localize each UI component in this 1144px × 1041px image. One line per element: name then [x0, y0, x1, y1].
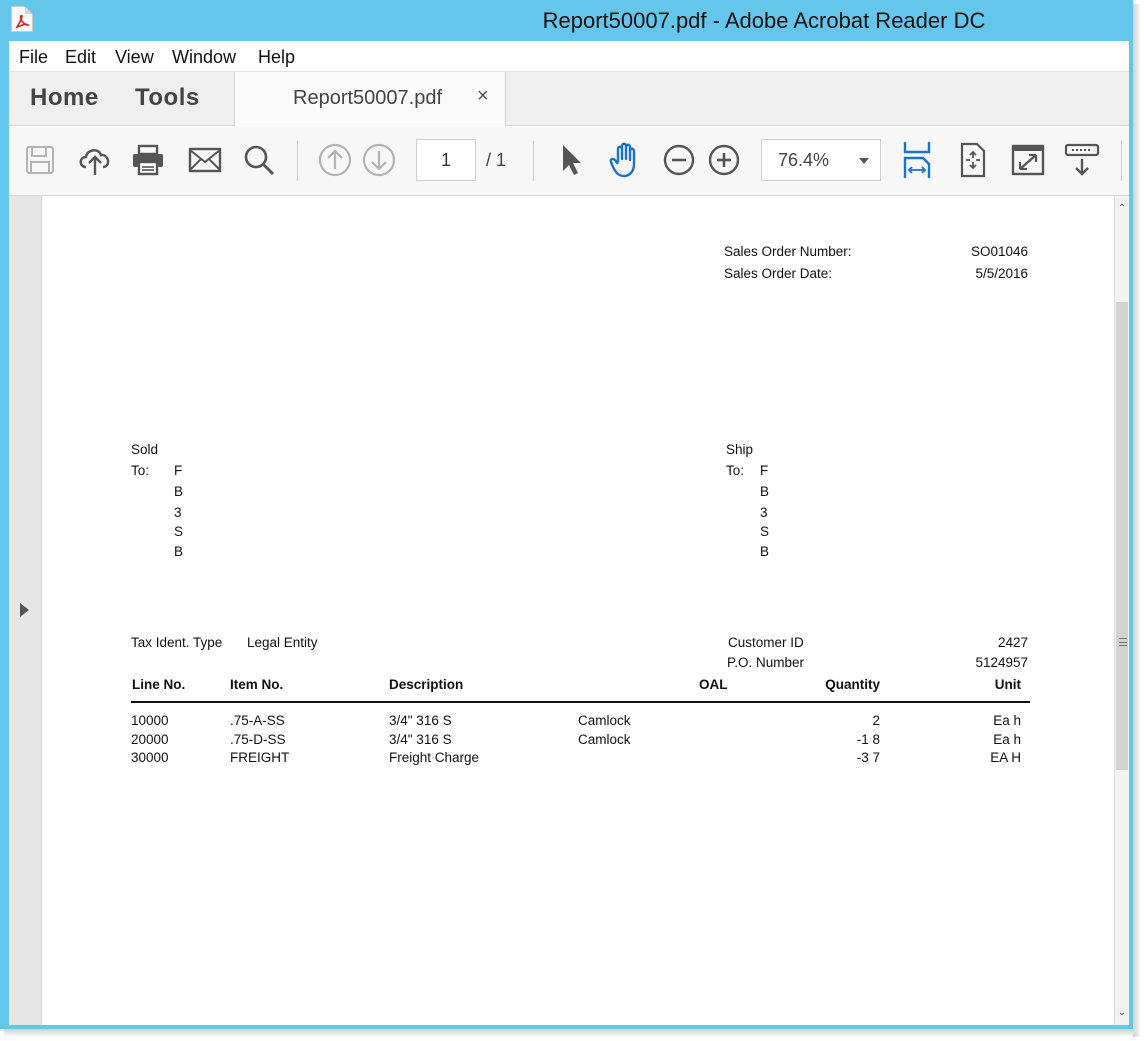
ship-to-line: B	[760, 544, 770, 559]
expand-panel-icon[interactable]	[20, 603, 29, 617]
tab-document[interactable]: Report50007.pdf ×	[234, 72, 506, 127]
sold-to-line: 3	[174, 505, 182, 520]
menu-help[interactable]: Help	[258, 47, 295, 68]
row-item-no: .75-D-SS	[230, 732, 286, 747]
ship-to-label: Ship	[726, 442, 754, 457]
toolbar-separator	[297, 141, 298, 181]
tab-bar: Home Tools Report50007.pdf ×	[9, 72, 1129, 127]
tab-document-label: Report50007.pdf	[293, 87, 443, 109]
order-number: SO01046	[970, 244, 1028, 259]
print-icon[interactable]	[128, 140, 168, 180]
column-header-unit: Unit	[994, 677, 1021, 692]
zoom-value: 76.4%	[778, 150, 830, 170]
fit-page-icon[interactable]	[953, 140, 993, 180]
zoom-select[interactable]: 76.4%	[761, 139, 881, 181]
email-icon[interactable]	[185, 140, 225, 180]
page-number-input[interactable]: 1	[416, 139, 476, 181]
ship-to-line: 3	[760, 505, 768, 520]
menu-bar: File Edit View Window Help	[9, 41, 1129, 72]
window-border	[0, 0, 9, 1029]
row-description: 3/4" 316 S	[389, 713, 452, 728]
row-item-no: FREIGHT	[230, 750, 290, 765]
window-title: Report50007.pdf - Adobe Acrobat Reader D…	[542, 8, 986, 33]
row-unit: EA H	[990, 750, 1021, 765]
table-header-rule	[131, 701, 1030, 703]
document-page	[42, 196, 1114, 1025]
row-line-no: 20000	[131, 732, 169, 747]
menu-file[interactable]: File	[19, 47, 48, 68]
ship-to-label-2: To:	[726, 463, 745, 478]
title-bar: Report50007.pdf - Adobe Acrobat Reader D…	[0, 0, 1133, 41]
hand-tool-icon[interactable]	[606, 140, 646, 180]
zoom-out-icon[interactable]	[659, 140, 699, 180]
row-description-2: Camlock	[578, 732, 631, 747]
row-unit: Ea h	[993, 732, 1021, 747]
search-icon[interactable]	[239, 140, 279, 180]
po-number-label: P.O. Number	[727, 655, 805, 670]
column-header-line-no: Line No.	[132, 677, 186, 692]
page-down-icon[interactable]	[359, 140, 399, 180]
vertical-scrollbar[interactable]: ⌃ ⌄	[1114, 196, 1129, 1025]
column-header-quantity: Quantity	[825, 677, 880, 692]
chevron-down-icon	[859, 158, 869, 164]
row-description: Freight Charge	[389, 750, 480, 765]
menu-edit[interactable]: Edit	[65, 47, 96, 68]
order-date: 5/5/2016	[975, 266, 1028, 281]
sold-to-line: S	[174, 524, 184, 539]
window-shadow	[1133, 4, 1141, 1037]
grip-icon	[1119, 638, 1127, 646]
customer-id: 2427	[997, 635, 1028, 650]
sold-to-line: B	[174, 544, 184, 559]
select-arrow-icon[interactable]	[551, 140, 591, 180]
scroll-down-icon[interactable]: ⌄	[1117, 1008, 1127, 1018]
row-item-no: .75-A-SS	[230, 713, 285, 728]
scrollbar-thumb[interactable]	[1116, 302, 1128, 770]
row-line-no: 10000	[131, 713, 169, 728]
save-icon[interactable]	[20, 140, 60, 180]
sold-to-line: F	[174, 463, 183, 478]
ship-to-line: F	[760, 463, 769, 478]
po-number: 5124957	[975, 655, 1028, 670]
row-unit: Ea h	[993, 713, 1021, 728]
menu-window[interactable]: Window	[172, 47, 236, 68]
row-quantity: -1 8	[856, 732, 880, 747]
full-screen-icon[interactable]	[1008, 140, 1048, 180]
menu-view[interactable]: View	[115, 47, 154, 68]
column-header-item-no: Item No.	[230, 677, 284, 692]
order-number-label: Sales Order Number:	[724, 244, 852, 259]
cloud-upload-icon[interactable]	[75, 140, 115, 180]
row-description-2: Camlock	[578, 713, 631, 728]
tax-ident-value: Legal Entity	[247, 635, 318, 650]
ship-to-line: B	[760, 484, 770, 499]
row-line-no: 30000	[131, 750, 169, 765]
toolbar-separator	[1121, 141, 1122, 181]
toolbar-separator	[533, 141, 534, 181]
sold-to-label-2: To:	[131, 463, 150, 478]
page-up-icon[interactable]	[315, 140, 355, 180]
tax-ident-label: Tax Ident. Type	[131, 635, 223, 650]
zoom-in-icon[interactable]	[704, 140, 744, 180]
column-header-description: Description	[389, 677, 464, 692]
fit-width-icon[interactable]	[897, 138, 937, 182]
scroll-up-icon[interactable]: ⌃	[1117, 204, 1127, 214]
read-mode-icon[interactable]	[1062, 140, 1102, 180]
close-tab-icon[interactable]: ×	[477, 85, 489, 108]
page-total: / 1	[486, 150, 507, 170]
order-date-label: Sales Order Date:	[724, 266, 833, 281]
column-header-oal: OAL	[699, 677, 728, 692]
tab-home[interactable]: Home	[30, 84, 99, 112]
toolbar: 1 / 1 76.4%	[9, 127, 1129, 196]
tab-tools[interactable]: Tools	[135, 84, 200, 112]
row-quantity: 2	[872, 713, 880, 728]
sold-to-line: B	[174, 484, 184, 499]
row-quantity: -3 7	[856, 750, 880, 765]
ship-to-line: S	[760, 524, 770, 539]
sold-to-label: Sold	[131, 442, 159, 457]
window-shadow	[4, 1029, 1137, 1037]
navigation-pane	[9, 196, 42, 1025]
customer-id-label: Customer ID	[728, 635, 804, 650]
row-description: 3/4" 316 S	[389, 732, 452, 747]
